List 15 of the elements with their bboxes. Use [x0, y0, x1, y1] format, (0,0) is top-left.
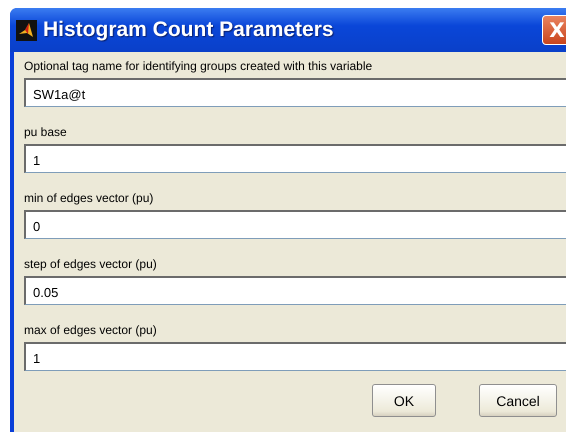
input-field[interactable]: 0	[24, 210, 566, 239]
field-label: min of edges vector (pu)	[24, 190, 154, 206]
field-label: Optional tag name for identifying groups created with this variable	[24, 58, 374, 74]
app-logo-icon	[16, 20, 37, 40]
ok-button[interactable]: OK	[372, 384, 436, 417]
field-label: step of edges vector (pu)	[24, 256, 158, 272]
close-button[interactable]: X	[542, 15, 566, 45]
input-field[interactable]: 0.05	[24, 276, 566, 305]
input-field[interactable]: 1	[24, 144, 566, 173]
input-field[interactable]: 1	[24, 342, 566, 371]
input-field[interactable]: SW1a@t	[24, 78, 566, 107]
field-label: max of edges vector (pu)	[24, 322, 158, 338]
window-title: Histogram Count Parameters	[43, 18, 334, 42]
field-label: pu base	[24, 124, 68, 140]
cancel-button[interactable]: Cancel	[479, 384, 557, 417]
